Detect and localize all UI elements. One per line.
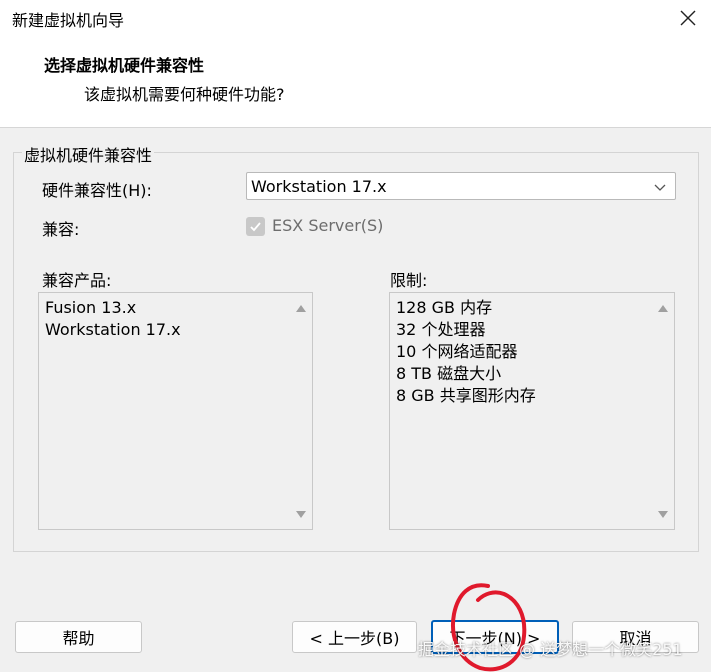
scroll-down-arrow[interactable]: [658, 511, 668, 518]
close-icon: [680, 10, 696, 26]
esx-label: ESX Server(S): [272, 216, 384, 235]
limits-label: 限制:: [390, 271, 428, 290]
help-button[interactable]: 帮助: [15, 621, 142, 653]
page-title: 选择虚拟机硬件兼容性: [44, 56, 205, 75]
scroll-down-arrow[interactable]: [296, 511, 306, 518]
limits-list[interactable]: 128 GB 内存 32 个处理器 10 个网络适配器 8 TB 磁盘大小 8 …: [389, 292, 675, 530]
list-item: 10 个网络适配器: [396, 342, 518, 361]
window-title: 新建虚拟机向导: [12, 11, 125, 30]
wizard-header: 选择虚拟机硬件兼容性 该虚拟机需要何种硬件功能?: [0, 36, 711, 128]
hw-compat-label: 硬件兼容性(H):: [42, 181, 152, 200]
products-label: 兼容产品:: [42, 271, 112, 290]
scroll-up-arrow[interactable]: [658, 305, 668, 312]
title-bar: 新建虚拟机向导: [0, 0, 711, 36]
hw-compat-value: Workstation 17.x: [251, 177, 387, 196]
group-legend: 虚拟机硬件兼容性: [22, 142, 155, 166]
checkmark-icon: [250, 222, 261, 232]
esx-checkbox[interactable]: [246, 217, 265, 236]
page-subtitle: 该虚拟机需要何种硬件功能?: [84, 85, 285, 104]
products-list[interactable]: Fusion 13.x Workstation 17.x: [38, 292, 313, 530]
hw-compat-select[interactable]: Workstation 17.x: [246, 172, 676, 200]
chevron-down-icon: [654, 184, 666, 191]
next-button[interactable]: 下一步(N) >: [431, 620, 559, 654]
list-item: Workstation 17.x: [45, 320, 181, 339]
list-item: 8 TB 磁盘大小: [396, 364, 502, 383]
close-button[interactable]: [665, 0, 711, 36]
list-item: 128 GB 内存: [396, 298, 493, 317]
compatible-label: 兼容:: [42, 220, 80, 239]
scroll-up-arrow[interactable]: [296, 305, 306, 312]
list-item: 8 GB 共享图形内存: [396, 386, 536, 405]
list-item: Fusion 13.x: [45, 298, 137, 317]
list-item: 32 个处理器: [396, 320, 486, 339]
back-button[interactable]: < 上一步(B): [292, 621, 417, 653]
cancel-button[interactable]: 取消: [572, 621, 699, 653]
